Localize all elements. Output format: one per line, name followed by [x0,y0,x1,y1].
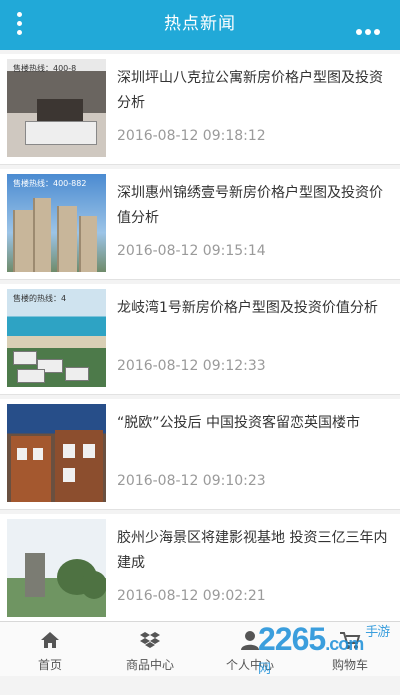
news-headline[interactable]: 龙岐湾1号新房价格户型图及投资价值分析 [117,296,389,321]
news-thumbnail: 售楼热线：400-8 [7,59,106,157]
news-timestamp: 2016-08-12 09:18:12 [117,128,266,144]
home-icon [41,632,59,648]
news-thumbnail [7,519,106,617]
dropbox-icon [140,632,160,648]
news-thumbnail: 售楼的热线：4 [7,289,106,387]
news-headline[interactable]: 深圳惠州锦绣壹号新房价格户型图及投资价值分析 [117,181,389,231]
news-item[interactable]: “脱欧”公投后 中国投资客留恋英国楼市 2016-08-12 09:10:23 [0,399,400,510]
tab-label: 购物车 [331,658,368,672]
news-timestamp: 2016-08-12 09:02:21 [117,588,266,604]
news-item[interactable]: 售楼的热线：4 龙岐湾1号新房价格户型图及投资价值分析 2016-08-12 0… [0,284,400,395]
news-item[interactable]: 胶州少海景区将建影视基地 投资三亿三年内建成 2016-08-12 09:02:… [0,514,400,625]
tab-products[interactable]: 商品中心 [100,622,200,676]
news-thumbnail [7,404,106,502]
news-item[interactable]: 售楼热线：400-882 深圳惠州锦绣壹号新房价格户型图及投资价值分析 2016… [0,169,400,280]
site-watermark: 2265.com手游网 [258,621,390,676]
news-headline[interactable]: 深圳坪山八克拉公寓新房价格户型图及投资分析 [117,66,389,116]
thumbnail-hotline-text: 售楼热线：400-8 [13,64,77,73]
tab-label: 个人中心 [225,658,274,672]
news-headline[interactable]: “脱欧”公投后 中国投资客留恋英国楼市 [117,411,389,436]
top-bar: 热点新闻 [0,0,400,50]
tab-home[interactable]: 首页 [0,622,100,676]
news-timestamp: 2016-08-12 09:10:23 [117,473,266,489]
thumbnail-hotline-text: 售楼热线：400-882 [13,179,87,188]
news-thumbnail: 售楼热线：400-882 [7,174,106,272]
news-timestamp: 2016-08-12 09:15:14 [117,243,266,259]
news-headline[interactable]: 胶州少海景区将建影视基地 投资三亿三年内建成 [117,526,389,576]
news-item[interactable]: 售楼热线：400-8 深圳坪山八克拉公寓新房价格户型图及投资分析 2016-08… [0,54,400,165]
more-options-icon[interactable] [356,20,386,35]
thumbnail-hotline-text: 售楼的热线：4 [13,294,67,303]
page-title: 热点新闻 [164,14,236,34]
tab-label: 首页 [37,658,62,672]
news-timestamp: 2016-08-12 09:12:33 [117,358,266,374]
tab-label: 商品中心 [125,658,174,672]
news-list: 售楼热线：400-8 深圳坪山八克拉公寓新房价格户型图及投资分析 2016-08… [0,54,400,629]
